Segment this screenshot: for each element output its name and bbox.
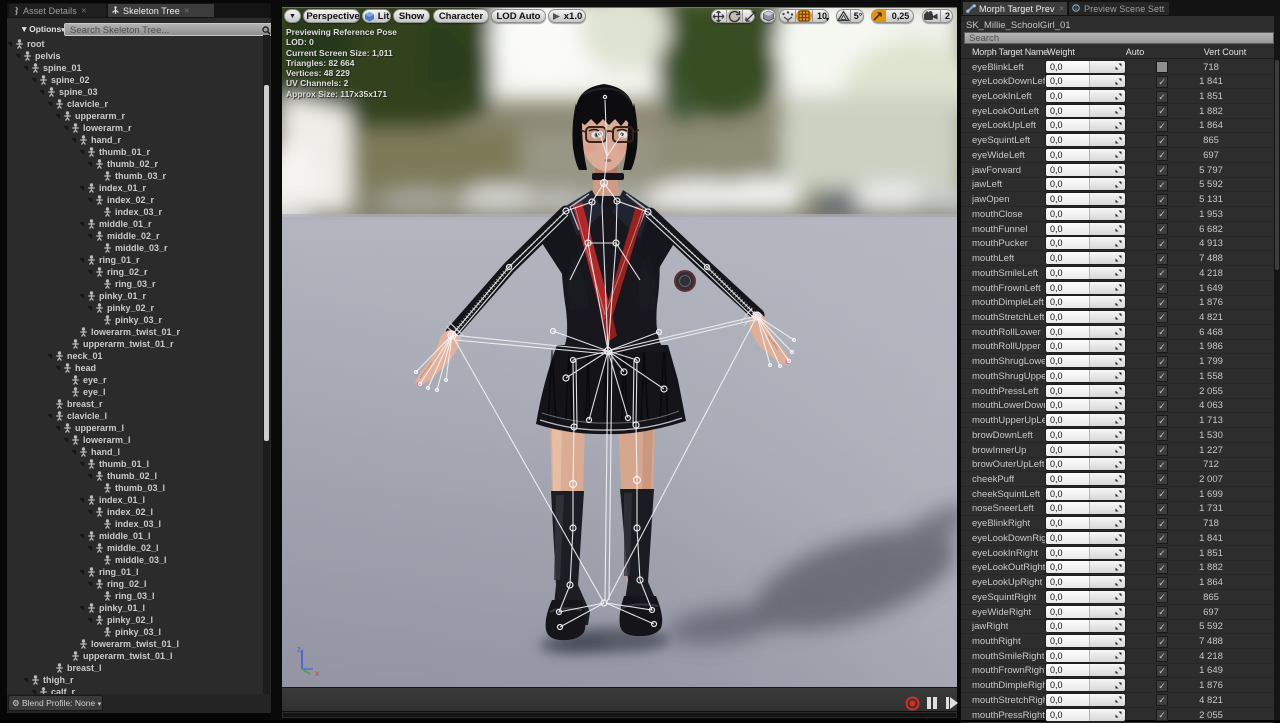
svg-text:x: x <box>315 669 319 678</box>
svg-text:z: z <box>297 645 301 654</box>
